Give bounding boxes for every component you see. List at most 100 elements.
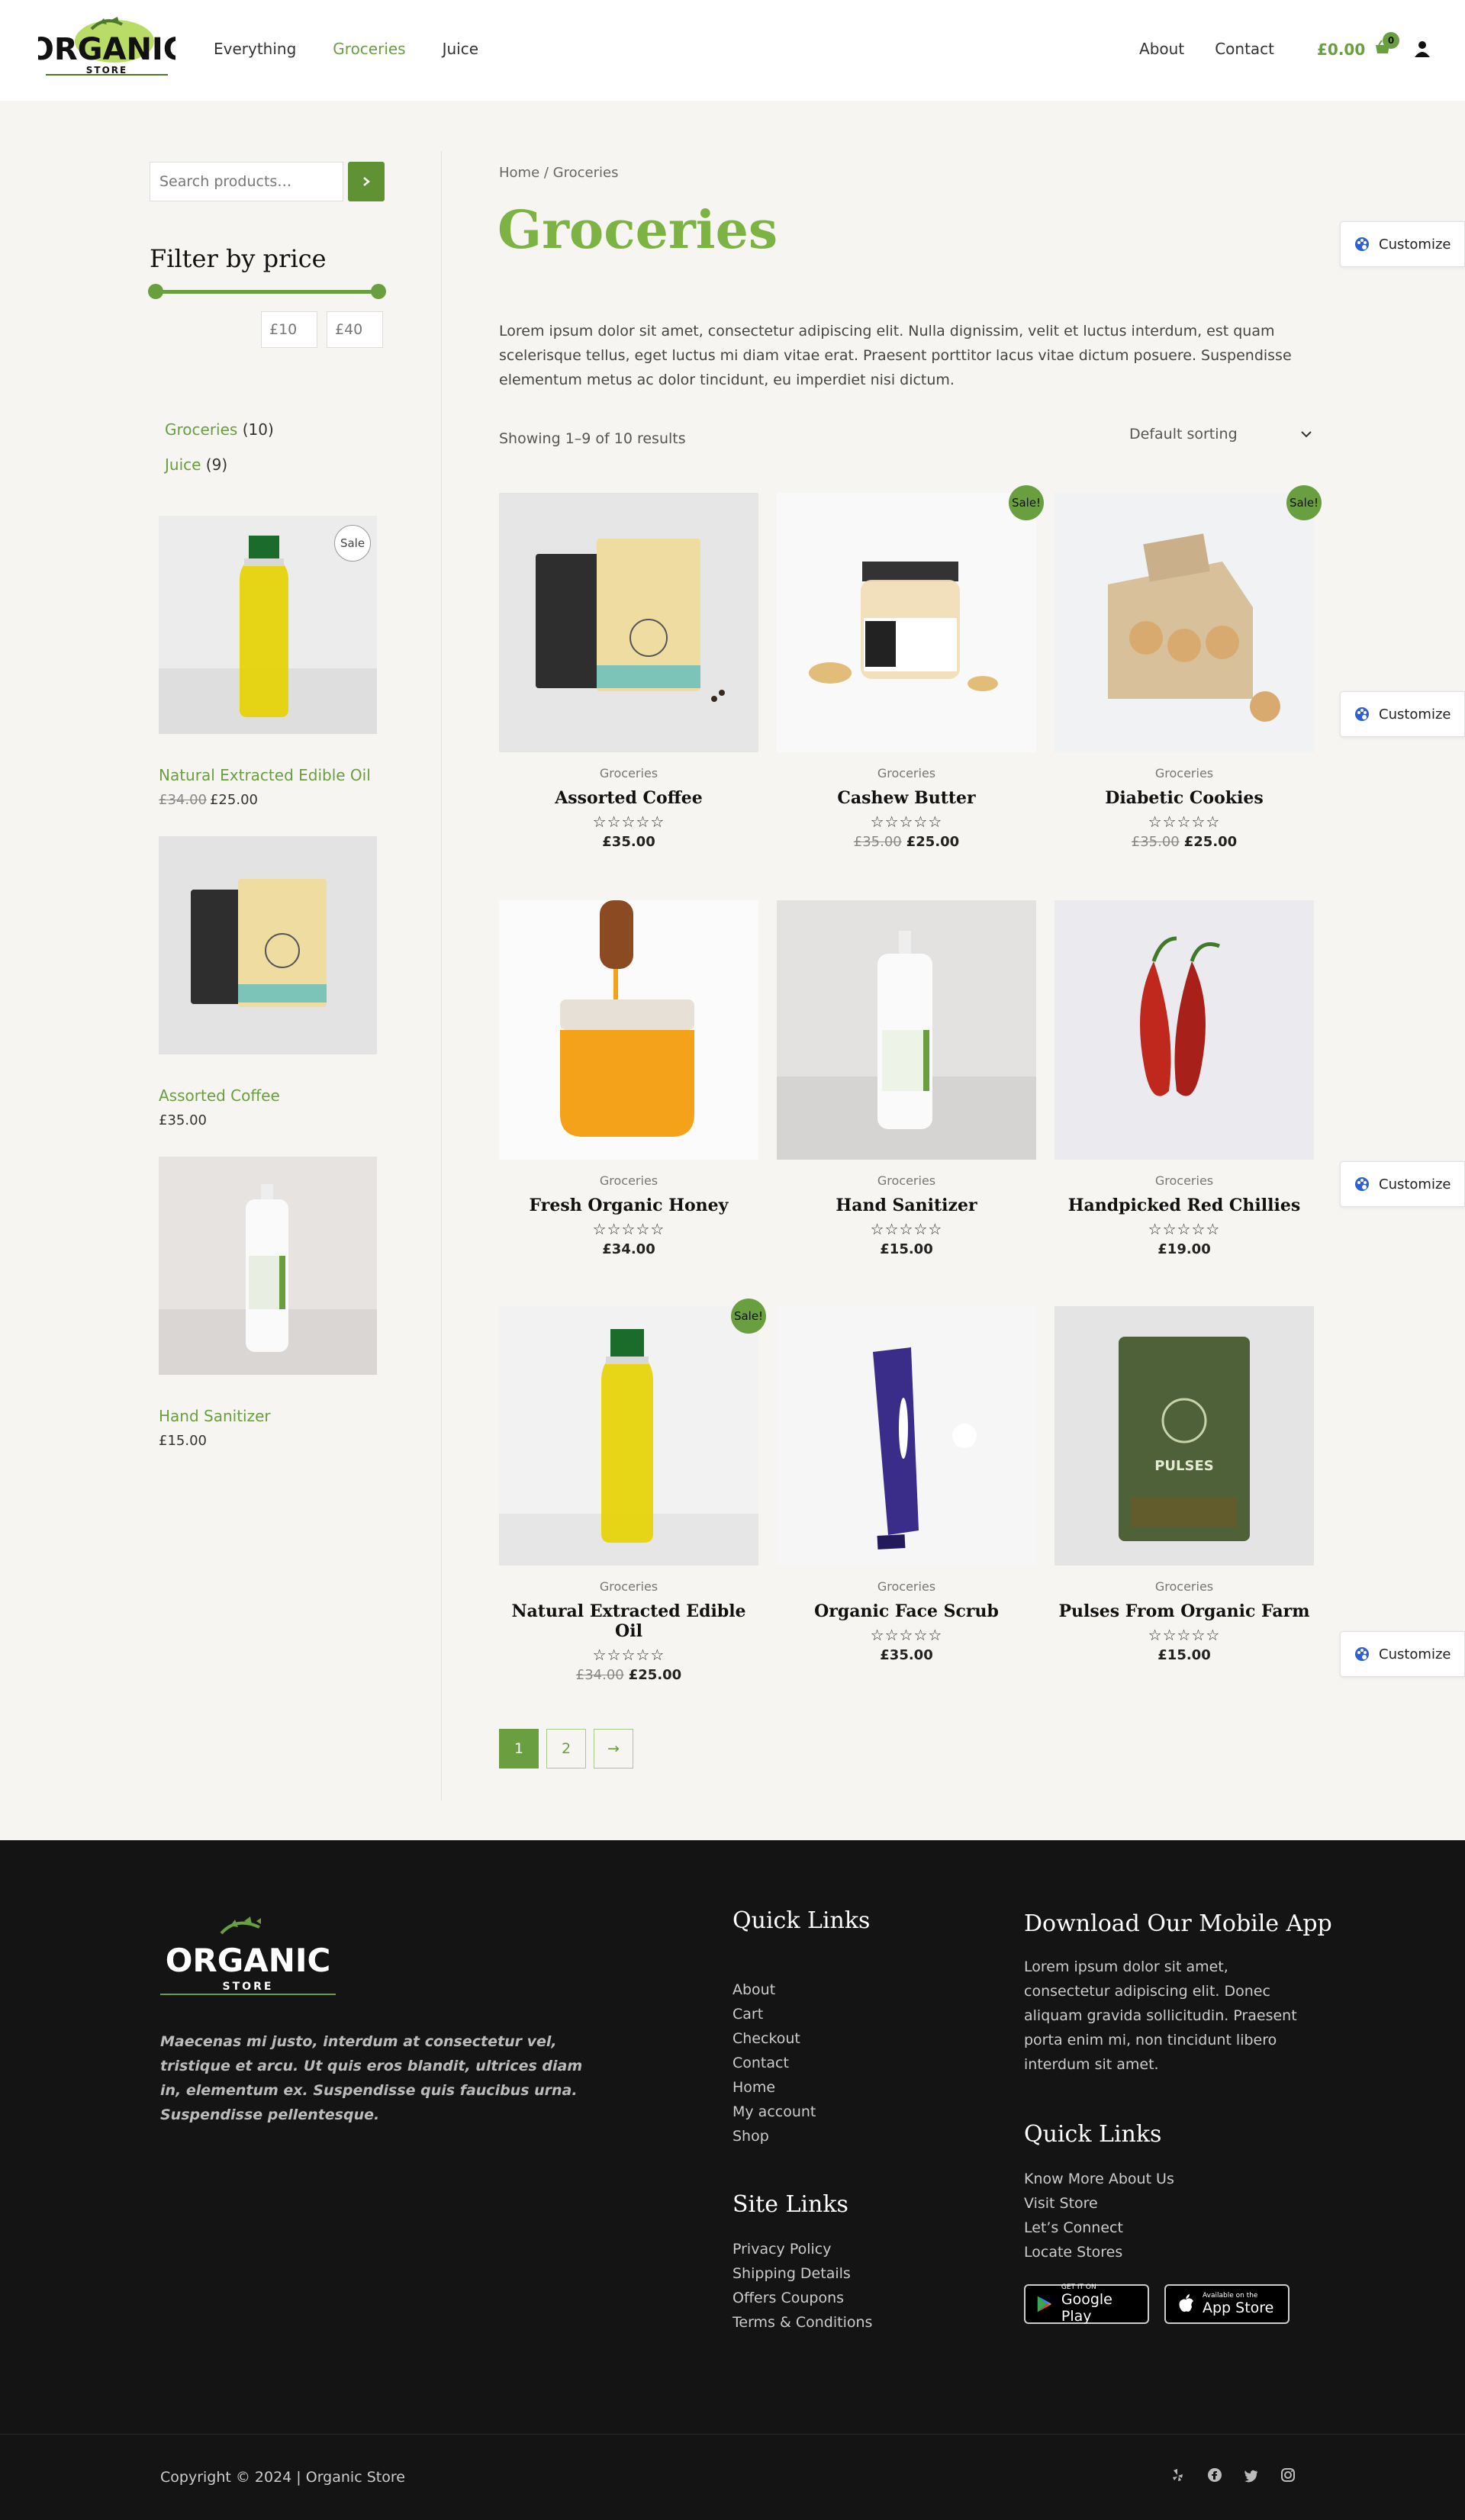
footer-link-cart[interactable]: Cart	[732, 2002, 816, 2026]
product-image[interactable]	[777, 493, 1036, 752]
product-card[interactable]: PULSES Groceries Pulses From Organic Far…	[1054, 1306, 1314, 1663]
footer-link-checkout[interactable]: Checkout	[732, 2026, 816, 2051]
product-category[interactable]: Groceries	[499, 1579, 758, 1594]
twitter-icon[interactable]	[1244, 2467, 1259, 2486]
product-name[interactable]: Assorted Coffee	[499, 788, 758, 808]
breadcrumb[interactable]: Home / Groceries	[499, 165, 618, 181]
product-name[interactable]: Diabetic Cookies	[1054, 788, 1314, 808]
footer-link-home[interactable]: Home	[732, 2075, 816, 2100]
product-name[interactable]: Organic Face Scrub	[777, 1601, 1036, 1621]
sidebar-product[interactable]: Hand Sanitizer £15.00	[159, 1157, 377, 1449]
product-image[interactable]	[499, 1306, 758, 1566]
oil-bottle-image[interactable]: Sale	[159, 516, 377, 734]
product-card[interactable]: Sale! Groceries Natural Extracted Edible…	[499, 1299, 766, 1683]
price-slider-max-handle[interactable]	[371, 284, 386, 299]
category-item-groceries[interactable]: Groceries (10)	[165, 412, 274, 447]
min-price-field[interactable]: £10	[261, 311, 317, 348]
product-image[interactable]	[1054, 900, 1314, 1160]
customize-button[interactable]: Customize	[1340, 1161, 1465, 1207]
product-image[interactable]	[777, 1306, 1036, 1566]
product-category[interactable]: Groceries	[777, 1579, 1036, 1594]
page-1-button[interactable]: 1	[499, 1729, 539, 1769]
sanitizer-image[interactable]	[159, 1157, 377, 1375]
footer-link-connect[interactable]: Let’s Connect	[1024, 2216, 1174, 2240]
product-category[interactable]: Groceries	[777, 1173, 1036, 1188]
footer-logo[interactable]: ORGANIC STORE	[160, 1910, 336, 2003]
footer-link-about[interactable]: About	[732, 1978, 816, 2002]
product-image[interactable]	[499, 900, 758, 1160]
product-card[interactable]: Groceries Organic Face Scrub ☆☆☆☆☆ £35.0…	[777, 1306, 1036, 1663]
product-image[interactable]	[499, 493, 758, 752]
product-card[interactable]: Groceries Handpicked Red Chillies ☆☆☆☆☆ …	[1054, 900, 1314, 1257]
product-category[interactable]: Groceries	[1054, 766, 1314, 780]
nav-contact[interactable]: Contact	[1215, 40, 1274, 58]
yelp-icon[interactable]	[1170, 2467, 1186, 2486]
footer-link-terms[interactable]: Terms & Conditions	[732, 2310, 872, 2335]
google-play-button[interactable]: GET IT ON Google Play	[1024, 2283, 1149, 2325]
facebook-icon[interactable]	[1207, 2467, 1222, 2486]
footer-link-shipping[interactable]: Shipping Details	[732, 2261, 872, 2286]
product-card[interactable]: Groceries Fresh Organic Honey ☆☆☆☆☆ £34.…	[499, 900, 758, 1257]
max-price-field[interactable]: £40	[327, 311, 383, 348]
secondary-nav: About Contact	[1139, 40, 1274, 58]
price-slider-min-handle[interactable]	[148, 284, 163, 299]
user-account-icon[interactable]	[1413, 40, 1431, 61]
customize-button[interactable]: Customize	[1340, 221, 1465, 267]
product-card[interactable]: Sale! Groceries Cashew Butter ☆☆☆☆☆ £35.…	[777, 485, 1044, 850]
cart-button[interactable]: £0.00	[1317, 40, 1391, 59]
footer-link-shop[interactable]: Shop	[732, 2124, 816, 2148]
product-category[interactable]: Groceries	[777, 766, 1036, 780]
footer-link-locate[interactable]: Locate Stores	[1024, 2240, 1174, 2264]
site-links-list: Privacy Policy Shipping Details Offers C…	[732, 2237, 872, 2335]
site-footer: ORGANIC STORE Maecenas mi justo, interdu…	[0, 1840, 1465, 2520]
product-name[interactable]: Cashew Butter	[777, 788, 1036, 808]
nav-everything[interactable]: Everything	[214, 40, 296, 58]
star-rating: ☆☆☆☆☆	[592, 1220, 665, 1238]
product-card[interactable]: Groceries Hand Sanitizer ☆☆☆☆☆ £15.00	[777, 900, 1036, 1257]
page-2-button[interactable]: 2	[546, 1729, 586, 1769]
product-category[interactable]: Groceries	[1054, 1173, 1314, 1188]
sidebar-product[interactable]: Assorted Coffee £35.00	[159, 836, 377, 1128]
site-logo[interactable]: ORGANIC STORE	[28, 14, 185, 84]
customize-button[interactable]: Customize	[1340, 691, 1465, 737]
mobile-app-heading: Download Our Mobile App	[1024, 1910, 1332, 1937]
app-store-button[interactable]: Available on the App Store	[1164, 2284, 1290, 2324]
category-item-juice[interactable]: Juice (9)	[165, 447, 274, 482]
sidebar-product-title[interactable]: Hand Sanitizer	[159, 1407, 377, 1425]
product-image[interactable]	[1054, 493, 1314, 752]
product-category[interactable]: Groceries	[499, 766, 758, 780]
palette-icon	[1355, 1647, 1369, 1661]
footer-link-privacy[interactable]: Privacy Policy	[732, 2237, 872, 2261]
nav-about[interactable]: About	[1139, 40, 1184, 58]
product-image[interactable]	[777, 900, 1036, 1160]
product-category[interactable]: Groceries	[499, 1173, 758, 1188]
price-slider-track	[156, 290, 378, 294]
sort-select[interactable]: Default sorting	[1129, 426, 1312, 443]
sidebar-product-title[interactable]: Natural Extracted Edible Oil	[159, 766, 377, 784]
product-card[interactable]: Groceries Assorted Coffee ☆☆☆☆☆ £35.00	[499, 493, 758, 850]
product-image[interactable]: PULSES	[1054, 1306, 1314, 1566]
instagram-icon[interactable]	[1280, 2467, 1296, 2486]
customize-button[interactable]: Customize	[1340, 1631, 1465, 1677]
product-name[interactable]: Fresh Organic Honey	[499, 1196, 758, 1215]
sale-badge: Sale!	[1009, 485, 1044, 520]
product-name[interactable]: Handpicked Red Chillies	[1054, 1196, 1314, 1215]
footer-link-coupons[interactable]: Offers Coupons	[732, 2286, 872, 2310]
sidebar-product-title[interactable]: Assorted Coffee	[159, 1086, 377, 1105]
product-name[interactable]: Natural Extracted Edible Oil	[499, 1601, 758, 1641]
product-name[interactable]: Pulses From Organic Farm	[1054, 1601, 1314, 1621]
product-search-input[interactable]: Search products…	[150, 162, 343, 201]
product-card[interactable]: Sale! Groceries Diabetic Cookies ☆☆☆☆☆ £…	[1054, 485, 1322, 850]
search-submit-button[interactable]	[348, 162, 385, 201]
sidebar-product[interactable]: Sale Natural Extracted Edible Oil £34.00…	[159, 516, 377, 808]
footer-link-know-more[interactable]: Know More About Us	[1024, 2167, 1174, 2191]
product-name[interactable]: Hand Sanitizer	[777, 1196, 1036, 1215]
footer-link-contact[interactable]: Contact	[732, 2051, 816, 2075]
nav-groceries[interactable]: Groceries	[333, 40, 405, 58]
footer-link-visit-store[interactable]: Visit Store	[1024, 2191, 1174, 2216]
next-page-button[interactable]: →	[594, 1729, 633, 1769]
product-category[interactable]: Groceries	[1054, 1579, 1314, 1594]
nav-juice[interactable]: Juice	[443, 40, 478, 58]
footer-link-my-account[interactable]: My account	[732, 2100, 816, 2124]
coffee-bags-image[interactable]	[159, 836, 377, 1054]
